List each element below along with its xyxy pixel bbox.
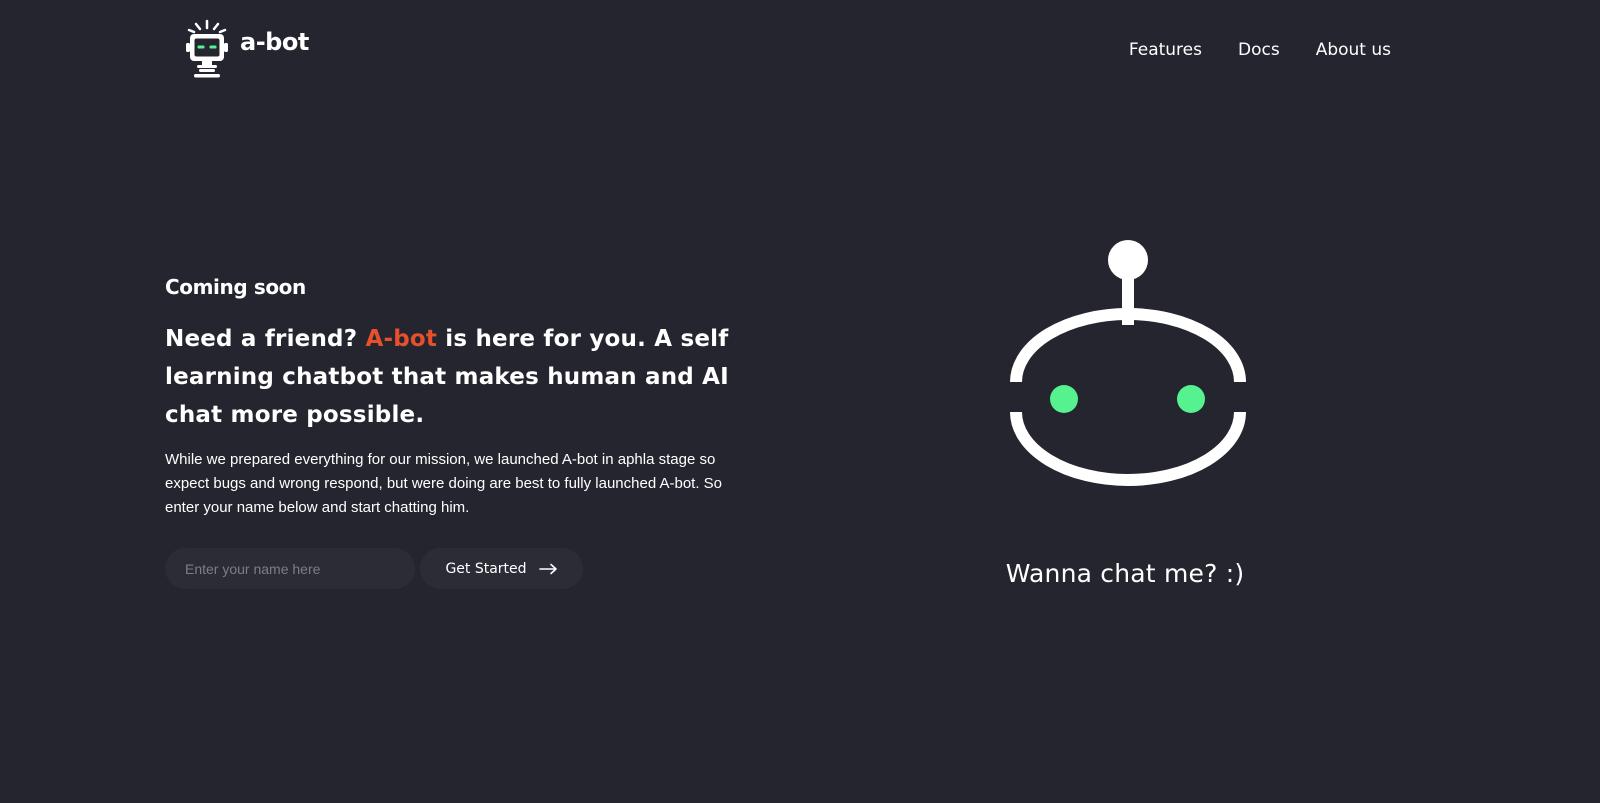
top-navbar: a-bot Features Docs About us: [0, 0, 1600, 100]
robot-chat-prompt: Wanna chat me? :): [1005, 559, 1245, 588]
nav-link-about-us[interactable]: About us: [1316, 38, 1391, 62]
name-input[interactable]: [165, 548, 415, 589]
coming-soon-label: Coming soon: [165, 275, 306, 299]
hero-headline: Need a friend? A-bot is here for you. A …: [165, 320, 775, 434]
headline-lead: Need a friend?: [165, 326, 366, 352]
hero-section: Coming soon Need a friend? A-bot is here…: [165, 272, 785, 589]
nav-link-docs[interactable]: Docs: [1238, 38, 1280, 62]
robot-face-icon: [1010, 240, 1246, 486]
brand-name: a-bot: [240, 28, 309, 56]
brand-home-link[interactable]: a-bot: [184, 18, 309, 80]
main-nav: Features Docs About us: [1129, 38, 1391, 62]
hero-description: While we prepared everything for our mis…: [165, 451, 723, 516]
get-started-button[interactable]: Get Started: [420, 548, 583, 589]
get-started-label: Get Started: [445, 560, 527, 577]
robot-illustration: [1010, 240, 1246, 496]
arrow-right-icon: [538, 563, 557, 574]
get-started-form: Get Started: [165, 548, 785, 589]
robot-logo-icon: [186, 19, 228, 78]
nav-link-features[interactable]: Features: [1129, 38, 1202, 62]
headline-brand-accent: A-bot: [365, 326, 438, 352]
